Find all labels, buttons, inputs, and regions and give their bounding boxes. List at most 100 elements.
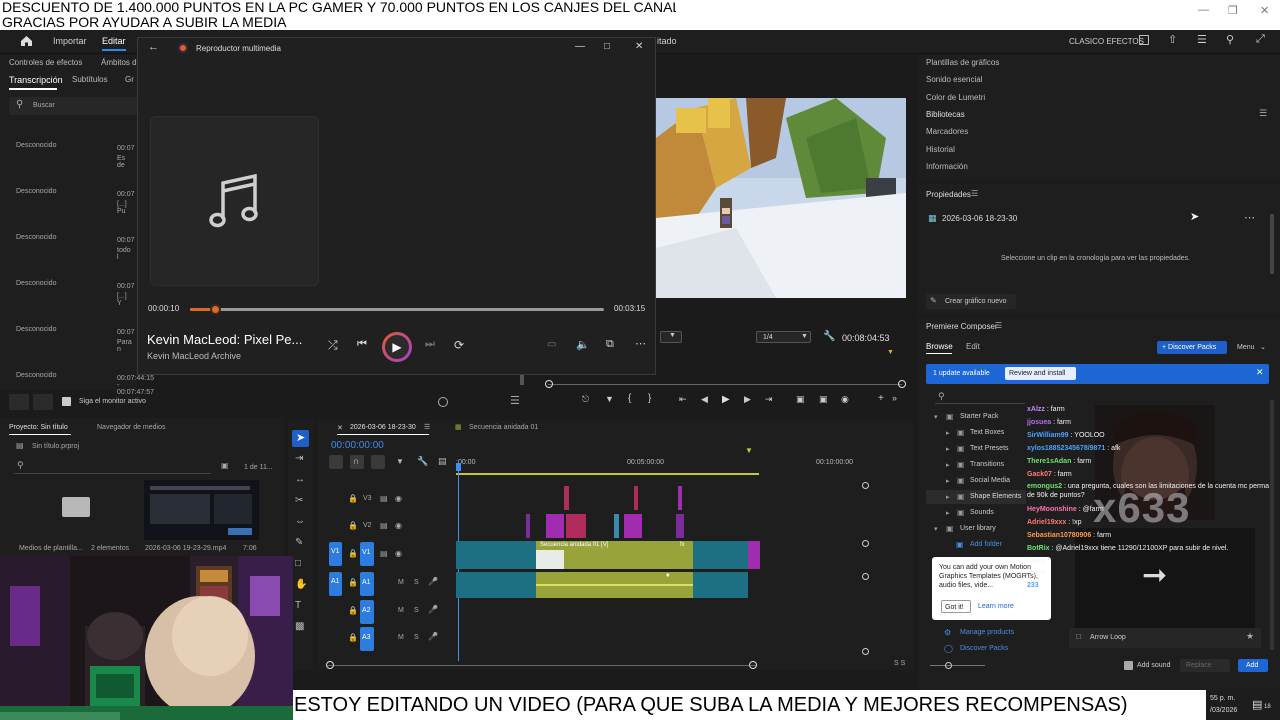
panel-libraries[interactable]: Bibliotecas: [926, 110, 965, 119]
lock-icon[interactable]: 🔒: [348, 521, 358, 530]
linked-selection-icon[interactable]: [371, 455, 385, 469]
source-patch-a1[interactable]: A1: [329, 572, 342, 596]
composer-search[interactable]: ⚲: [935, 391, 1025, 404]
sliders-icon[interactable]: ☰: [1197, 33, 1207, 46]
add-button[interactable]: Add: [1238, 659, 1268, 672]
scroll-handle[interactable]: [862, 540, 869, 547]
review-install-button[interactable]: Review and install: [1005, 367, 1076, 380]
composer-menu-label[interactable]: Menu: [1237, 344, 1255, 351]
merge-icon[interactable]: [9, 394, 29, 410]
clip-a1[interactable]: [693, 572, 748, 598]
clip-v1[interactable]: [693, 541, 748, 569]
mic-icon[interactable]: 🎤: [428, 632, 438, 641]
mute-icon[interactable]: M: [398, 607, 404, 614]
sync-icon[interactable]: ▤: [380, 549, 388, 558]
insert-tool-icon[interactable]: [329, 455, 343, 469]
mic-icon[interactable]: 🎤: [428, 605, 438, 614]
tree-social-media[interactable]: Social Media: [970, 477, 1010, 484]
tab-effect-controls[interactable]: Controles de efectos: [9, 58, 82, 67]
playhead[interactable]: [456, 463, 461, 471]
panel-info[interactable]: Información: [926, 162, 968, 171]
go-to-out-icon[interactable]: ⇥: [765, 394, 773, 405]
wrench-icon[interactable]: 🔧: [417, 456, 428, 467]
camera-icon[interactable]: ◉: [841, 394, 849, 405]
volume-line[interactable]: [536, 584, 693, 586]
shuffle-icon[interactable]: ⤮: [328, 338, 338, 353]
tree-starter-pack[interactable]: Starter Pack: [960, 413, 999, 420]
tooltip-gotit-button[interactable]: Got it!: [941, 600, 971, 613]
discover-packs-button[interactable]: + Discover Packs: [1157, 341, 1227, 354]
marker-icon[interactable]: ▼: [605, 394, 614, 404]
lift-icon[interactable]: ▣: [796, 394, 805, 405]
more-options-icon[interactable]: ⋯: [635, 337, 646, 350]
follow-monitor-checkbox[interactable]: [62, 397, 71, 406]
mark-in-icon[interactable]: {: [628, 393, 631, 404]
clip-v2[interactable]: [624, 514, 642, 538]
lock-icon[interactable]: 🔒: [348, 578, 358, 587]
scrubber-in-handle[interactable]: [545, 380, 553, 388]
close-icon[interactable]: ✕: [1260, 4, 1269, 17]
rectangle-tool[interactable]: □: [295, 558, 301, 569]
menu-import[interactable]: Importar: [53, 36, 87, 46]
go-to-in-icon[interactable]: ⇤: [679, 394, 687, 405]
selection-tool[interactable]: ➤: [292, 430, 309, 447]
tree-sounds[interactable]: Sounds: [970, 509, 994, 516]
step-back-icon[interactable]: ◀: [701, 394, 708, 405]
zoom-dropdown[interactable]: ▼: [660, 331, 682, 343]
create-graphic-button[interactable]: ✎ Crear gráfico nuevo: [926, 294, 1016, 309]
lock-icon[interactable]: 🔒: [348, 494, 358, 503]
tree-arrow[interactable]: ▸: [946, 429, 950, 437]
mic-icon[interactable]: 🎤: [428, 577, 438, 586]
clip-v2[interactable]: [526, 514, 530, 538]
clip-v3[interactable]: [678, 486, 682, 510]
resolution-dropdown[interactable]: 1/4 ▼: [756, 331, 811, 343]
mark-out-icon[interactable]: }: [648, 393, 651, 404]
tab-captions[interactable]: Subtítulos: [72, 75, 108, 84]
overflow-icon[interactable]: »: [892, 393, 897, 403]
tree-arrow[interactable]: ▸: [946, 509, 950, 517]
clip-v3[interactable]: [634, 486, 638, 510]
hand-tool[interactable]: ✋: [295, 579, 307, 590]
snap-magnet-icon[interactable]: ∩: [350, 455, 364, 469]
home-icon[interactable]: [20, 35, 33, 47]
tree-arrow[interactable]: ▸: [946, 493, 950, 501]
tree-user-library[interactable]: User library: [960, 525, 996, 532]
size-slider[interactable]: [930, 665, 985, 666]
slip-tool[interactable]: ⇔: [295, 516, 305, 527]
bin-icon[interactable]: ▣: [221, 461, 229, 470]
menu-edit[interactable]: Editar: [102, 36, 126, 46]
razor-tool[interactable]: ✂: [295, 495, 303, 506]
tab-browse[interactable]: Browse: [926, 342, 953, 351]
transcript-search-input[interactable]: ⚲ Buscar: [9, 97, 137, 115]
track-target-a1[interactable]: A1: [360, 572, 374, 596]
split-icon[interactable]: [33, 394, 53, 410]
clip-v1[interactable]: [748, 541, 760, 569]
panel-layout-icon[interactable]: [1139, 35, 1149, 45]
scroll-handle[interactable]: [862, 482, 869, 489]
cast-icon[interactable]: ⧉: [606, 338, 614, 351]
tree-arrow[interactable]: ▾: [934, 525, 938, 533]
wrench-icon[interactable]: 🔧: [823, 331, 835, 342]
chevron-down-icon[interactable]: ⌄: [1260, 343, 1266, 351]
pen-tool[interactable]: ✎: [295, 537, 303, 548]
track-select-tool[interactable]: ⇥: [295, 453, 303, 464]
clip-a1[interactable]: [456, 572, 536, 598]
track-target-a2[interactable]: A2: [360, 600, 374, 624]
clip-v3[interactable]: [564, 486, 569, 510]
timeline-scroll-right[interactable]: [749, 661, 757, 669]
program-scrubber[interactable]: [548, 384, 902, 385]
timeline-tab-main[interactable]: 2026-03-06 18-23-30: [350, 424, 416, 431]
timeline-scrollbar[interactable]: [326, 665, 756, 666]
replace-button[interactable]: Replace: [1180, 659, 1230, 672]
panel-lumetri-color[interactable]: Color de Lumetri: [926, 93, 985, 102]
captions-icon[interactable]: ▤: [438, 456, 447, 467]
sync-icon[interactable]: ▤: [380, 521, 388, 530]
tree-arrow[interactable]: ▾: [934, 413, 938, 421]
discover-packs-link[interactable]: Discover Packs: [960, 645, 1008, 652]
player-close-icon[interactable]: ✕: [635, 41, 643, 52]
work-area-bar[interactable]: [456, 473, 759, 475]
solo-icon[interactable]: S: [414, 579, 419, 586]
tree-transitions[interactable]: Transitions: [970, 461, 1004, 468]
type-tool[interactable]: T: [295, 600, 301, 611]
ripple-edit-tool[interactable]: ↔: [295, 474, 305, 485]
